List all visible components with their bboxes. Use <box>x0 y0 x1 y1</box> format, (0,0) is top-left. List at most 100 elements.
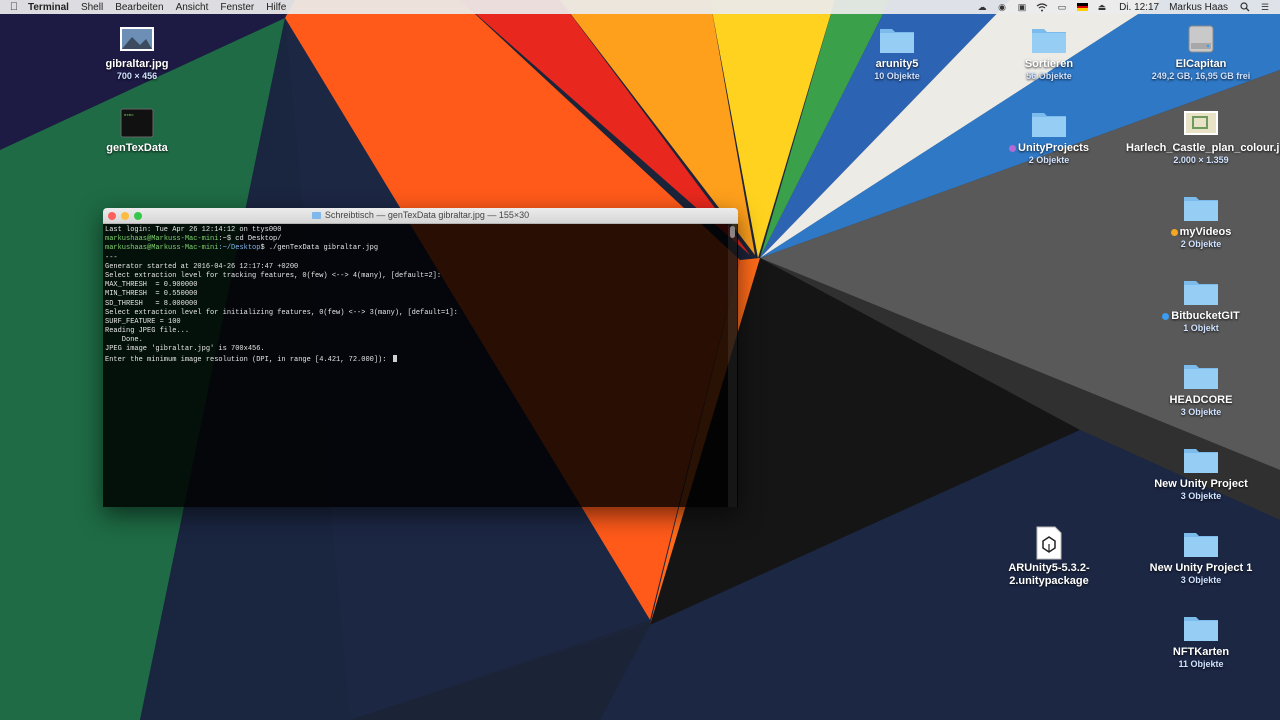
icon-label: Sortieren <box>1024 58 1074 70</box>
blue-tag-icon <box>1162 312 1170 320</box>
desktop-icon-nftkarten[interactable]: NFTKarten 11 Objekte <box>1126 610 1276 670</box>
icon-info: 1 Objekt <box>1183 323 1219 333</box>
icon-label: Harlech_Castle_plan_colour.jpg <box>1126 142 1280 154</box>
desktop-icon-new-unity-project[interactable]: New Unity Project 3 Objekte <box>1126 442 1276 502</box>
orange-tag-icon <box>1170 228 1178 236</box>
terminal-line: markushaas@Markuss-Mac-mini:~/Desktop$ .… <box>105 244 379 253</box>
folder-icon <box>1126 442 1276 476</box>
folder-icon <box>311 212 321 219</box>
svg-text:exec: exec <box>124 114 134 118</box>
terminal-line: Done. <box>105 336 143 345</box>
desktop-icon-arunity5-package[interactable]: ARUnity5-5.3.2-2.unitypackage <box>974 526 1124 588</box>
creative-cloud-icon[interactable]: ☁ <box>975 2 989 12</box>
desktop-icon-myvideos[interactable]: myVideos 2 Objekte <box>1126 190 1276 250</box>
menu-bar:  Terminal Shell Bearbeiten Ansicht Fens… <box>0 0 1280 14</box>
icon-info: 249,2 GB, 16,95 GB frei <box>1151 71 1251 81</box>
desktop-icon-headcore[interactable]: HEADCORE 3 Objekte <box>1126 358 1276 418</box>
icon-info: 11 Objekte <box>1178 659 1224 669</box>
icon-label: myVideos <box>1126 226 1276 239</box>
terminal-content[interactable]: Last login: Tue Apr 26 12:14:12 on ttys0… <box>103 224 738 507</box>
image-thumbnail-icon <box>62 22 212 56</box>
hard-drive-icon <box>1126 22 1276 56</box>
folder-icon <box>1126 274 1276 308</box>
desktop-icon-sortieren[interactable]: Sortieren 56 Objekte <box>974 22 1124 82</box>
terminal-line: Select extraction level for tracking fea… <box>105 271 442 280</box>
notification-list-icon[interactable]: ☰ <box>1258 2 1272 12</box>
icon-info: 700 × 456 <box>116 71 158 81</box>
icon-info: 2 Objekte <box>1180 239 1222 249</box>
desktop-icon-arunity5[interactable]: arunity5 10 Objekte <box>822 22 972 82</box>
menu-shell[interactable]: Shell <box>81 2 103 13</box>
icon-info: 3 Objekte <box>1180 491 1222 501</box>
menu-fenster[interactable]: Fenster <box>220 2 254 13</box>
menu-ansicht[interactable]: Ansicht <box>176 2 209 13</box>
icon-label: ARUnity5-5.3.2-2.unitypackage <box>1008 562 1090 587</box>
terminal-prompt-line[interactable]: Enter the minimum image resolution (DPI,… <box>105 354 726 364</box>
icon-label: New Unity Project 1 <box>1149 562 1253 574</box>
terminal-scrollbar[interactable] <box>728 224 737 507</box>
icon-info: 10 Objekte <box>874 71 920 81</box>
desktop-icon-new-unity-project-1[interactable]: New Unity Project 1 3 Objekte <box>1126 526 1276 586</box>
terminal-line: JPEG image 'gibraltar.jpg' is 700x456. <box>105 345 265 354</box>
terminal-output: Last login: Tue Apr 26 12:14:12 on ttys0… <box>105 226 726 364</box>
terminal-line: SURF_FEATURE = 100 <box>105 317 181 326</box>
terminal-line: markushaas@Markuss-Mac-mini:~$ cd Deskto… <box>105 235 282 244</box>
menu-bearbeiten[interactable]: Bearbeiten <box>115 2 163 13</box>
icon-label: New Unity Project <box>1154 478 1248 490</box>
icon-info: 3 Objekte <box>1180 407 1222 417</box>
icon-label: ElCapitan <box>1175 58 1227 70</box>
menu-app-name[interactable]: Terminal <box>28 2 69 13</box>
screen-record-icon[interactable]: ◉ <box>995 2 1009 12</box>
terminal-window[interactable]: Schreibtisch — genTexData gibraltar.jpg … <box>103 208 738 507</box>
folder-icon <box>974 22 1124 56</box>
eject-icon[interactable]: ⏏ <box>1095 2 1109 12</box>
icon-info: 3 Objekte <box>1180 575 1222 585</box>
icon-label: genTexData <box>106 142 168 154</box>
menubar-clock[interactable]: Di. 12:17 <box>1119 2 1159 13</box>
icon-label: NFTKarten <box>1172 646 1230 658</box>
window-title: Schreibtisch — genTexData gibraltar.jpg … <box>103 208 738 223</box>
folder-icon <box>1126 526 1276 560</box>
german-flag-icon[interactable] <box>1075 2 1089 12</box>
icon-label: HEADCORE <box>1169 394 1233 406</box>
search-icon[interactable] <box>1238 2 1252 12</box>
wifi-icon[interactable] <box>1035 2 1049 12</box>
terminal-line: MIN_THRESH = 0.550000 <box>105 290 198 299</box>
terminal-line: Generator started at 2016-04-26 12:17:47… <box>105 262 299 271</box>
purple-tag-icon <box>1009 144 1017 152</box>
folder-icon <box>974 106 1124 140</box>
folder-icon <box>1126 358 1276 392</box>
icon-info: 2 Objekte <box>1028 155 1070 165</box>
desktop-icon-unityprojects[interactable]: UnityProjects 2 Objekte <box>974 106 1124 166</box>
terminal-line: Select extraction level for initializing… <box>105 308 458 317</box>
unix-executable-icon: exec <box>62 106 212 140</box>
status-area: ☁ ◉ ▣ ▭ ⏏ Di. 12:17 Markus Haas ☰ <box>969 0 1272 14</box>
desktop-icon-elcapitan[interactable]: ElCapitan 249,2 GB, 16,95 GB frei <box>1126 22 1276 82</box>
window-titlebar[interactable]: Schreibtisch — genTexData gibraltar.jpg … <box>103 208 738 224</box>
icon-label: UnityProjects <box>974 142 1124 155</box>
desktop-icon-bitbucketgit[interactable]: BitbucketGIT 1 Objekt <box>1126 274 1276 334</box>
folder-icon <box>1126 610 1276 644</box>
terminal-line: Last login: Tue Apr 26 12:14:12 on ttys0… <box>105 226 282 234</box>
airplay-icon[interactable]: ▭ <box>1055 2 1069 12</box>
lock-icon[interactable]: ▣ <box>1015 2 1029 12</box>
desktop-icon-gentexdata[interactable]: exec genTexData <box>62 106 212 155</box>
icon-info: 2.000 × 1.359 <box>1173 155 1229 165</box>
scrollbar-thumb[interactable] <box>730 226 735 238</box>
desktop-icon-gibraltar[interactable]: gibraltar.jpg 700 × 456 <box>62 22 212 82</box>
terminal-line: --- <box>105 253 118 262</box>
icon-info: 56 Objekte <box>1026 71 1072 81</box>
apple-menu-icon[interactable]:  <box>0 1 28 13</box>
desktop-icon-harlech-castle[interactable]: Harlech_Castle_plan_colour.jpg 2.000 × 1… <box>1126 106 1280 166</box>
terminal-line: SD_THRESH = 8.000000 <box>105 299 198 308</box>
terminal-line: Reading JPEG file... <box>105 327 190 336</box>
text-cursor <box>392 354 397 362</box>
icon-label: arunity5 <box>875 58 919 70</box>
unity-package-icon <box>974 526 1124 560</box>
icon-label: BitbucketGIT <box>1126 310 1276 323</box>
terminal-line: MAX_THRESH = 0.900000 <box>105 281 198 290</box>
menu-hilfe[interactable]: Hilfe <box>266 2 286 13</box>
folder-icon <box>1126 190 1276 224</box>
icon-label: gibraltar.jpg <box>105 58 169 70</box>
menubar-user[interactable]: Markus Haas <box>1169 2 1228 13</box>
